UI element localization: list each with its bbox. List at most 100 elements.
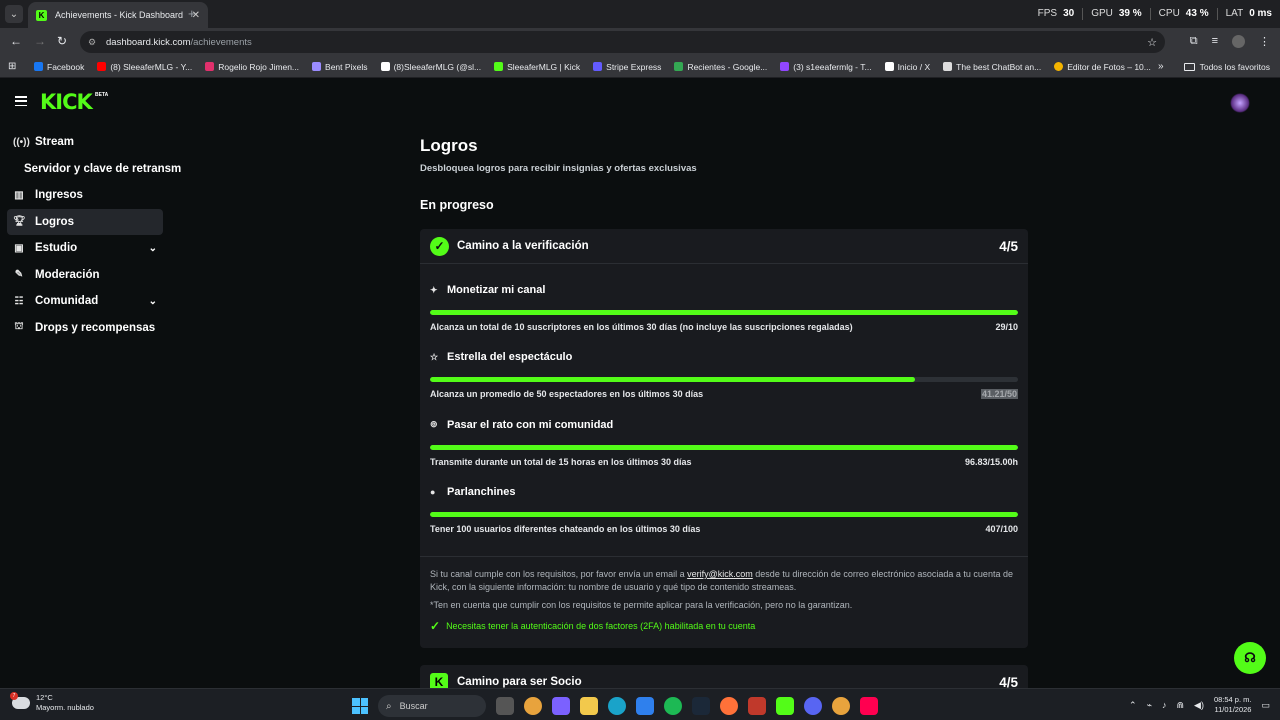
perf-label: LAT: [1225, 8, 1244, 19]
user-avatar[interactable]: [1230, 93, 1250, 113]
perf-divider: [1216, 8, 1218, 20]
notifications-icon[interactable]: ▭: [1261, 700, 1270, 711]
site-info-icon[interactable]: ⚙: [88, 37, 98, 47]
volume-icon[interactable]: ◀): [1194, 700, 1204, 711]
bookmark-item[interactable]: The best ChatBot an...: [943, 62, 1041, 72]
firefox-icon[interactable]: [720, 697, 738, 715]
goal-title: Parlanchines: [447, 485, 516, 498]
card-title: Camino a la verificación: [457, 240, 589, 252]
address-bar[interactable]: ⚙ dashboard.kick.com/achievements ☆: [80, 31, 1165, 53]
bookmarks-overflow-icon[interactable]: »: [1158, 61, 1164, 72]
sidebar-item-server-key[interactable]: Servidor y clave de retransm: [7, 156, 181, 183]
mail-icon[interactable]: [636, 697, 654, 715]
steam-icon[interactable]: [692, 697, 710, 715]
verification-note: *Ten en cuenta que cumplir con los requi…: [430, 600, 853, 610]
kick-app-icon[interactable]: [776, 697, 794, 715]
chrome-icon[interactable]: [524, 697, 542, 715]
star-person-icon: ☆: [430, 351, 439, 362]
all-bookmarks-folder[interactable]: Todos los favoritos: [1183, 62, 1270, 72]
sidebar-item-stream[interactable]: ((•)) Stream: [7, 129, 163, 156]
tiktok-app-icon[interactable]: [860, 697, 878, 715]
browser-tab-active[interactable]: K Achievements - Kick Dashboard ✕: [28, 2, 208, 28]
chat-icon: ●: [430, 486, 436, 497]
extensions-icon[interactable]: ⧉: [1190, 35, 1198, 48]
bookmark-item[interactable]: Rogelio Rojo Jimen...: [205, 62, 299, 72]
bookmark-star-icon[interactable]: ☆: [1147, 36, 1157, 49]
sidebar-item-logros[interactable]: 🏆︎ Logros: [7, 208, 163, 235]
bookmark-item[interactable]: (3) s1eeafermlg - T...: [780, 62, 872, 72]
sidebar-item-drops[interactable]: ⛫ Drops y recompensas: [7, 315, 163, 342]
bookmark-item[interactable]: Facebook: [34, 62, 84, 72]
windows-start-icon[interactable]: [352, 698, 368, 714]
chatbot-icon: [943, 62, 953, 71]
new-tab-button[interactable]: +: [188, 6, 196, 21]
sidebar-item-moderacion[interactable]: ✎ Moderación: [7, 262, 163, 289]
goal-progress-bar: [430, 511, 1018, 517]
app-red-icon[interactable]: [748, 697, 766, 715]
tab-title: Achievements - Kick Dashboard: [55, 10, 184, 20]
progress-fill: [430, 310, 1018, 315]
help-chat-button[interactable]: ☊: [1234, 642, 1266, 674]
network-icon[interactable]: ⌁: [1147, 700, 1152, 711]
goal-description: Tener 100 usuarios diferentes chateando …: [430, 523, 701, 534]
sparkle-icon: ✦: [430, 284, 438, 295]
file-explorer-icon[interactable]: [580, 697, 598, 715]
perf-value: 0 ms: [1249, 8, 1272, 19]
task-view-icon[interactable]: [496, 697, 514, 715]
media-controls-icon[interactable]: ≡: [1212, 35, 1218, 48]
bookmark-item[interactable]: Editor de Fotos – 10...: [1054, 62, 1151, 72]
wifi-icon[interactable]: ⋒: [1176, 700, 1184, 711]
bookmark-item[interactable]: (8) SleeaferMLG - Y...: [97, 62, 192, 72]
chevron-down-icon[interactable]: ⌄: [149, 243, 157, 254]
kick-logo[interactable]: KICK: [40, 90, 93, 114]
achievement-card-verification: ✓ Camino a la verificación 4/5 ✦ Monetiza…: [420, 229, 1028, 648]
forward-icon[interactable]: →: [34, 34, 46, 48]
bookmarks-bar: ⊞ Facebook (8) SleeaferMLG - Y... Rogeli…: [0, 56, 1280, 78]
menu-icon[interactable]: [15, 96, 27, 106]
apps-grid-icon[interactable]: ⊞: [8, 61, 20, 72]
bookmark-item[interactable]: Bent Pixels: [312, 62, 368, 72]
bookmark-item[interactable]: (8)SleeaferMLG (@sl...: [380, 62, 481, 72]
weather-temp: 12°C: [36, 693, 53, 702]
browser-menu-icon[interactable]: ⋮: [1259, 35, 1270, 48]
spotify-icon[interactable]: [664, 697, 682, 715]
back-icon[interactable]: ←: [10, 34, 22, 48]
verification-instructions: Si tu canal cumple con los requisitos, p…: [430, 569, 1013, 592]
bookmark-item[interactable]: Inicio / X: [884, 62, 930, 72]
chrome-profile-icon[interactable]: [832, 697, 850, 715]
bookmark-item[interactable]: Recientes - Google...: [674, 62, 767, 72]
chevron-down-icon[interactable]: ⌄: [149, 296, 157, 307]
reload-icon[interactable]: ↻: [57, 34, 67, 48]
beta-badge: BETA: [95, 92, 109, 98]
perf-label: FPS: [1037, 8, 1058, 19]
perf-value: 39 %: [1118, 8, 1142, 19]
system-clock[interactable]: 08:54 p. m. 11/01/2026: [1214, 695, 1252, 715]
browser-tab-bar: ⌄ K Achievements - Kick Dashboard ✕ + FP…: [0, 0, 1280, 28]
twofa-requirement: ✓ Necesitas tener la autenticación de dos…: [430, 619, 756, 633]
edge-icon[interactable]: [608, 697, 626, 715]
kick-favicon-icon: K: [36, 9, 47, 21]
wrench-icon: ✎: [14, 269, 24, 281]
tray-overflow-icon[interactable]: ⌃: [1129, 700, 1137, 711]
url-path: /achievements: [190, 36, 252, 48]
bookmark-item[interactable]: SleeaferMLG | Kick: [494, 62, 580, 72]
verify-email-link[interactable]: verify@kick.com: [687, 569, 753, 579]
profile-avatar[interactable]: [1232, 35, 1245, 48]
perf-label: CPU: [1158, 8, 1180, 19]
discord-icon[interactable]: [804, 697, 822, 715]
tiktok-icon: [380, 62, 390, 71]
taskbar-search[interactable]: ⌕ Buscar: [378, 695, 486, 717]
tab-search-button[interactable]: ⌄: [5, 5, 23, 23]
copilot-icon[interactable]: [552, 697, 570, 715]
bookmark-item[interactable]: Stripe Express: [593, 62, 661, 72]
page-subtitle: Desbloquea logros para recibir insignias…: [420, 163, 697, 174]
instagram-icon: [205, 62, 215, 71]
perf-divider: [1082, 8, 1084, 20]
sidebar-item-ingresos[interactable]: ▥ Ingresos: [7, 182, 163, 209]
sidebar-item-estudio[interactable]: ▣ Estudio ⌄: [7, 235, 163, 262]
weather-widget[interactable]: 7 12°C Mayorm. nublado: [10, 692, 94, 713]
microphone-icon[interactable]: ♪: [1162, 700, 1167, 710]
sidebar-item-comunidad[interactable]: ☷ Comunidad ⌄: [7, 288, 163, 315]
sidebar-nav: ((•)) Stream Servidor y clave de retransm…: [7, 129, 181, 342]
cloud-icon: 7: [10, 692, 30, 709]
